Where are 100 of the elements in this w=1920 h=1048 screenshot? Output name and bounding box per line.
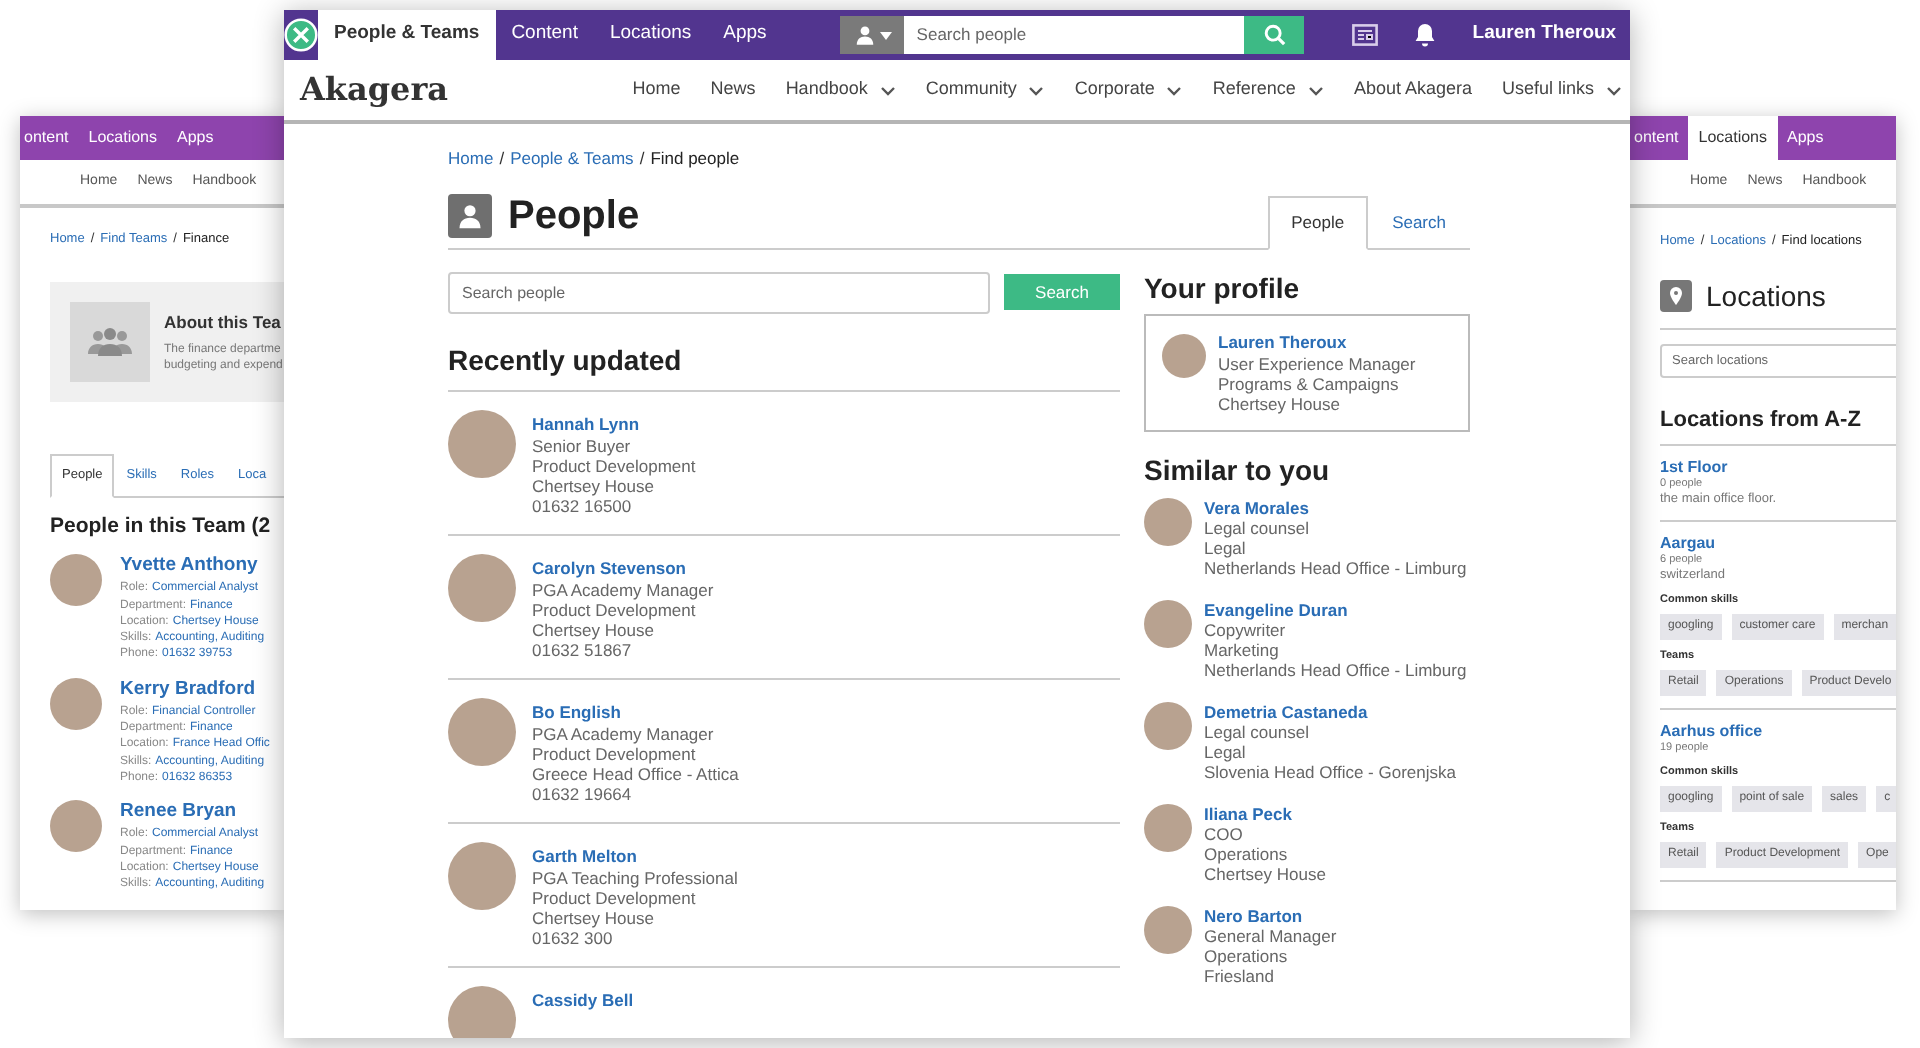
newspaper-icon[interactable] xyxy=(1352,24,1379,46)
person-name-link[interactable]: Kerry Bradford xyxy=(120,677,270,702)
chevron-down-icon xyxy=(879,85,896,95)
person-detail: Slovenia Head Office - Gorenjska xyxy=(1204,761,1456,782)
person-detail: General Manager xyxy=(1204,925,1337,946)
person-name-link[interactable]: Hannah Lynn xyxy=(532,413,696,436)
search-icon xyxy=(1263,24,1286,46)
person-detail: Senior Buyer xyxy=(532,435,633,456)
logo-icon[interactable] xyxy=(284,18,318,52)
nav-link[interactable]: Handbook xyxy=(785,76,896,104)
person-detail: Chertsey House xyxy=(1218,393,1340,414)
person-detail: Operations xyxy=(1204,945,1288,966)
person-detail: Greece Head Office - Attica xyxy=(532,763,739,784)
avatar xyxy=(1144,701,1192,750)
person-icon xyxy=(448,193,492,238)
section-heading: People in this Team (2 xyxy=(50,511,273,541)
nav-tab[interactable]: Locations xyxy=(1688,116,1777,160)
nav-tab[interactable]: Locations xyxy=(78,116,167,160)
avatar xyxy=(448,985,516,1038)
person-name-link[interactable]: Garth Melton xyxy=(532,845,738,868)
person-name-link[interactable]: Demetria Castaneda xyxy=(1204,701,1456,722)
person-name-link[interactable]: Nero Barton xyxy=(1204,905,1337,926)
breadcrumb-current: Find people xyxy=(650,146,740,172)
search-field[interactable]: Search people xyxy=(904,16,1245,54)
person-detail: Chertsey House xyxy=(532,619,654,640)
person-detail: Netherlands Head Office - Limburg xyxy=(1204,557,1467,578)
chevron-down-icon xyxy=(1028,85,1045,95)
person-detail: 01632 300 xyxy=(532,927,615,948)
avatar xyxy=(1144,803,1192,852)
breadcrumb-link[interactable]: People & Teams xyxy=(510,146,634,172)
avatar xyxy=(50,800,102,853)
tab[interactable]: Search xyxy=(1368,196,1470,250)
avatar xyxy=(50,677,102,730)
nav-link[interactable]: Home xyxy=(632,76,681,104)
nav-tab[interactable]: ontent xyxy=(20,116,79,160)
location-name-link[interactable]: 1st Floor xyxy=(1660,458,1896,479)
section-heading: Locations from A-Z xyxy=(1660,403,1896,447)
chevron-down-icon xyxy=(1606,85,1622,95)
nav-link[interactable]: Corporate xyxy=(1074,76,1183,104)
person-detail: Chertsey House xyxy=(532,475,654,496)
brand-logo: Akagera xyxy=(300,68,449,112)
avatar xyxy=(448,841,516,910)
breadcrumb-separator: / xyxy=(639,146,645,172)
nav-tab[interactable]: ontent xyxy=(1630,116,1689,160)
person-detail: Product Development xyxy=(532,599,696,620)
breadcrumb-separator: / xyxy=(499,146,505,172)
chevron-down-icon xyxy=(1166,85,1183,95)
person-name-link[interactable]: Vera Morales xyxy=(1204,497,1467,518)
avatar xyxy=(448,697,516,766)
person-name-link[interactable]: Renee Bryan xyxy=(120,800,265,825)
person-name-link[interactable]: Yvette Anthony xyxy=(120,554,265,579)
about-title: About this Tea xyxy=(164,309,283,336)
avatar xyxy=(448,409,516,478)
caret-icon xyxy=(879,31,892,39)
nav-tab[interactable]: Locations xyxy=(593,10,708,60)
person-name-link[interactable]: Bo English xyxy=(532,701,739,724)
page-title: Locations xyxy=(1706,277,1826,316)
person-detail: Legal xyxy=(1204,741,1248,762)
location-name-link[interactable]: Aarhus office xyxy=(1660,722,1896,743)
person-name-link[interactable]: Evangeline Duran xyxy=(1204,599,1467,620)
person-detail: Product Development xyxy=(532,743,696,764)
person-name-link[interactable]: Cassidy Bell xyxy=(532,989,634,1012)
nav-tab[interactable]: Apps xyxy=(1777,116,1834,160)
page-title: People xyxy=(508,191,640,240)
nav-tab[interactable]: Apps xyxy=(167,116,224,160)
person-name-link[interactable]: Carolyn Stevenson xyxy=(532,557,714,580)
person-detail: Marketing xyxy=(1204,639,1279,660)
people-group-icon xyxy=(88,325,132,358)
nav-link[interactable]: About Akagera xyxy=(1353,76,1472,104)
person-detail: 01632 51867 xyxy=(532,639,634,660)
section-heading: Recently updated xyxy=(448,343,1120,392)
nav-tab[interactable]: Content xyxy=(495,10,594,60)
tab[interactable]: People xyxy=(1267,196,1369,250)
nav-tab[interactable]: Apps xyxy=(707,10,783,60)
nav-link[interactable]: Community xyxy=(925,76,1045,104)
person-detail: Product Development xyxy=(532,455,696,476)
person-detail: 01632 16500 xyxy=(532,495,634,516)
person-detail: Chertsey House xyxy=(532,907,654,928)
location-name-link[interactable]: Aargau xyxy=(1660,534,1896,555)
person-name-link[interactable]: Iliana Peck xyxy=(1204,803,1326,824)
breadcrumb-link[interactable]: Home xyxy=(448,146,494,172)
pin-icon xyxy=(1660,280,1692,313)
person-detail: PGA Teaching Professional xyxy=(532,867,738,888)
person-icon xyxy=(853,24,876,46)
nav-link[interactable]: News xyxy=(710,76,756,104)
person-dropdown-button[interactable] xyxy=(840,16,905,54)
search-field[interactable]: Search people xyxy=(448,271,990,314)
avatar xyxy=(1144,497,1192,546)
nav-link[interactable]: Reference xyxy=(1212,76,1324,104)
person-detail: 01632 19664 xyxy=(532,783,634,804)
nav-link[interactable]: Useful links xyxy=(1501,76,1622,104)
person-name-link[interactable]: Lauren Theroux xyxy=(1218,331,1416,354)
nav-tab[interactable]: People & Teams xyxy=(318,10,496,60)
user-name-link[interactable]: Lauren Theroux xyxy=(1472,20,1617,50)
person-detail: Friesland xyxy=(1204,965,1274,986)
section-heading: Your profile xyxy=(1144,271,1302,306)
bell-icon[interactable] xyxy=(1414,22,1437,48)
person-detail: Operations xyxy=(1204,843,1290,864)
avatar xyxy=(1162,333,1206,378)
avatar xyxy=(1144,905,1192,954)
